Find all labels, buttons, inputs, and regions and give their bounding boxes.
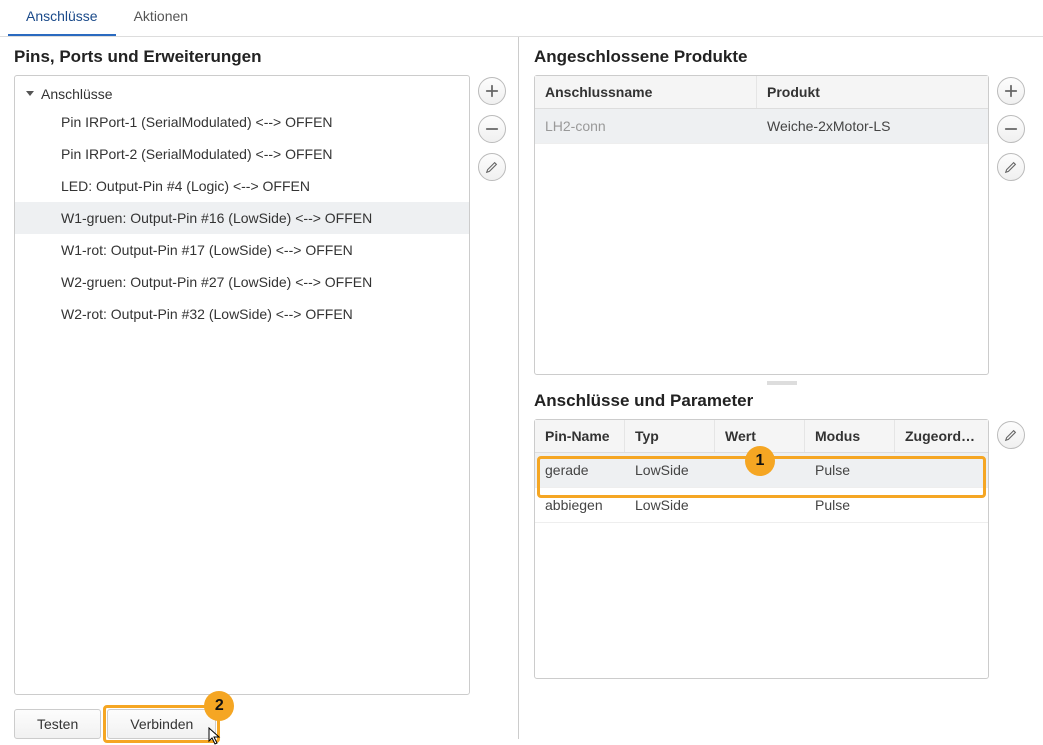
minus-icon <box>485 122 499 136</box>
tree-item[interactable]: LED: Output-Pin #4 (Logic) <--> OFFEN <box>15 170 469 202</box>
th-type[interactable]: Typ <box>625 420 715 452</box>
edit-button[interactable] <box>997 421 1025 449</box>
pin-tree[interactable]: Anschlüsse Pin IRPort-1 (SerialModulated… <box>14 75 470 695</box>
th-mode[interactable]: Modus <box>805 420 895 452</box>
tree-item[interactable]: Pin IRPort-2 (SerialModulated) <--> OFFE… <box>15 138 469 170</box>
minus-icon <box>1004 122 1018 136</box>
tree-side-buttons <box>470 75 510 181</box>
tree-item[interactable]: W1-rot: Output-Pin #17 (LowSide) <--> OF… <box>15 234 469 266</box>
add-button[interactable] <box>997 77 1025 105</box>
left-bottom-buttons: Testen Verbinden 2 <box>14 709 216 739</box>
td-pin: gerade <box>535 453 625 487</box>
products-table[interactable]: Anschlussname Produkt LH2-conn Weiche-2x… <box>534 75 989 375</box>
left-pane: Pins, Ports und Erweiterungen Anschlüsse… <box>0 37 518 739</box>
th-pin-name[interactable]: Pin-Name <box>535 420 625 452</box>
td-mode: Pulse <box>805 453 895 487</box>
pencil-icon <box>1004 160 1018 174</box>
remove-button[interactable] <box>997 115 1025 143</box>
table-row[interactable]: abbiegen LowSide Pulse <box>535 488 988 523</box>
tree-item[interactable]: W2-gruen: Output-Pin #27 (LowSide) <--> … <box>15 266 469 298</box>
td-assigned <box>895 488 988 522</box>
products-title: Angeschlossene Produkte <box>534 47 1029 67</box>
test-button[interactable]: Testen <box>14 709 101 739</box>
td-type: LowSide <box>625 488 715 522</box>
tab-connections[interactable]: Anschlüsse <box>8 0 116 36</box>
horizontal-splitter[interactable] <box>534 375 1029 391</box>
tree-item[interactable]: Pin IRPort-1 (SerialModulated) <--> OFFE… <box>15 106 469 138</box>
params-table[interactable]: Pin-Name Typ Wert Modus Zugeord… gerade … <box>534 419 989 679</box>
tree-root-connections[interactable]: Anschlüsse <box>15 82 469 106</box>
connect-button[interactable]: Verbinden <box>107 709 216 739</box>
right-pane: Angeschlossene Produkte Anschlussname Pr… <box>524 37 1043 739</box>
pencil-icon <box>1004 428 1018 442</box>
edit-button[interactable] <box>478 153 506 181</box>
params-side-buttons <box>989 419 1029 449</box>
chevron-down-icon <box>25 88 37 100</box>
td-value <box>715 453 805 487</box>
td-mode: Pulse <box>805 488 895 522</box>
tree-root-label: Anschlüsse <box>41 86 113 102</box>
th-value[interactable]: Wert <box>715 420 805 452</box>
td-pin: abbiegen <box>535 488 625 522</box>
left-title: Pins, Ports und Erweiterungen <box>14 47 510 67</box>
tree-item[interactable]: W2-rot: Output-Pin #32 (LowSide) <--> OF… <box>15 298 469 330</box>
remove-button[interactable] <box>478 115 506 143</box>
table-row[interactable]: gerade LowSide Pulse <box>535 453 988 488</box>
plus-icon <box>1004 84 1018 98</box>
td-value <box>715 488 805 522</box>
add-button[interactable] <box>478 77 506 105</box>
pencil-icon <box>485 160 499 174</box>
table-row[interactable]: LH2-conn Weiche-2xMotor-LS <box>535 109 988 144</box>
td-assigned <box>895 453 988 487</box>
th-assigned[interactable]: Zugeord… <box>895 420 988 452</box>
plus-icon <box>485 84 499 98</box>
td-product: Weiche-2xMotor-LS <box>757 109 988 143</box>
tab-bar: Anschlüsse Aktionen <box>0 0 1043 37</box>
th-product[interactable]: Produkt <box>757 76 988 108</box>
params-title: Anschlüsse und Parameter <box>534 391 1029 411</box>
tree-item-selected[interactable]: W1-gruen: Output-Pin #16 (LowSide) <--> … <box>15 202 469 234</box>
td-type: LowSide <box>625 453 715 487</box>
products-side-buttons <box>989 75 1029 181</box>
th-connection-name[interactable]: Anschlussname <box>535 76 757 108</box>
edit-button[interactable] <box>997 153 1025 181</box>
td-connection-name: LH2-conn <box>535 109 757 143</box>
tab-actions[interactable]: Aktionen <box>116 0 206 36</box>
